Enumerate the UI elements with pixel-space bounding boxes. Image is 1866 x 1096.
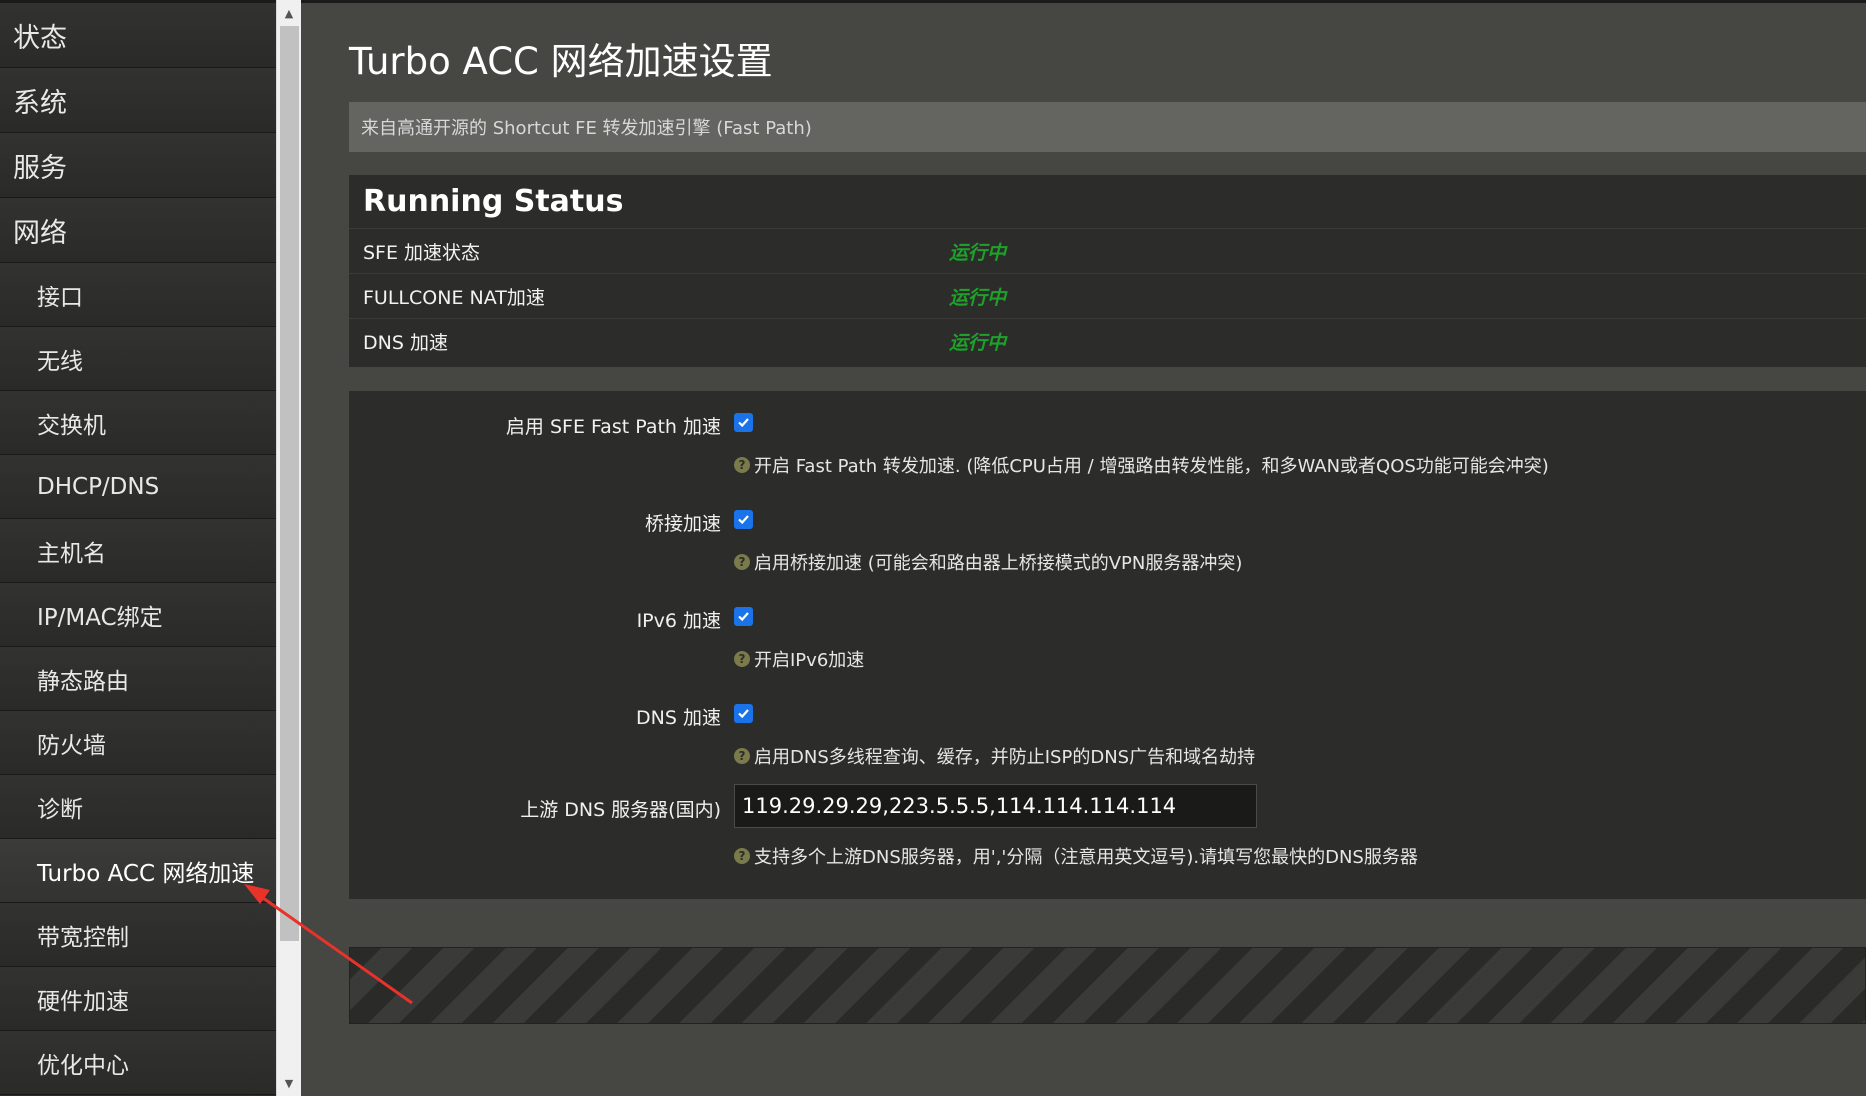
- sidebar-item-label: 网络: [13, 217, 67, 249]
- help-text: 开启 Fast Path 转发加速. (降低CPU占用 / 增强路由转发性能，和…: [754, 456, 1549, 477]
- status-label: DNS 加速: [363, 332, 448, 354]
- description-text: 来自高通开源的 Shortcut FE 转发加速引擎 (Fast Path): [361, 118, 812, 139]
- sidebar-item-system[interactable]: 系统: [0, 68, 276, 133]
- status-label: FULLCONE NAT加速: [363, 286, 545, 309]
- sidebar-item-network[interactable]: 网络: [0, 198, 276, 263]
- sidebar-item-turbo-acc[interactable]: Turbo ACC 网络加速: [0, 839, 276, 903]
- page-description: 来自高通开源的 Shortcut FE 转发加速引擎 (Fast Path): [349, 102, 1866, 152]
- sidebar-item-static-routes[interactable]: 静态路由: [0, 647, 276, 711]
- sidebar-item-ip-mac-binding[interactable]: IP/MAC绑定: [0, 583, 276, 647]
- bridge-acceleration-checkbox[interactable]: [734, 510, 753, 529]
- sidebar-item-label: 主机名: [37, 540, 106, 567]
- sidebar-scrollbar[interactable]: ▲ ▼: [276, 0, 301, 1096]
- status-row: DNS 加速 运行中: [349, 319, 1866, 364]
- status-row: FULLCONE NAT加速 运行中: [349, 274, 1866, 319]
- sfe-fast-path-checkbox[interactable]: [734, 413, 753, 432]
- sidebar-item-label: 交换机: [37, 412, 106, 439]
- scroll-up-icon[interactable]: ▲: [277, 2, 301, 24]
- sfe-fast-path-label: 启用 SFE Fast Path 加速: [505, 416, 721, 438]
- help-text: 支持多个上游DNS服务器，用','分隔（注意用英文逗号).请填写您最快的DNS服…: [754, 847, 1418, 868]
- sidebar-item-switch[interactable]: 交换机: [0, 391, 276, 455]
- status-value: 运行中: [949, 241, 1007, 264]
- sfe-fast-path-help: ? 开启 Fast Path 转发加速. (降低CPU占用 / 增强路由转发性能…: [734, 452, 1549, 478]
- ipv6-acceleration-checkbox[interactable]: [734, 607, 753, 626]
- dns-acceleration-checkbox[interactable]: [734, 704, 753, 723]
- sidebar-item-dhcp-dns[interactable]: DHCP/DNS: [0, 455, 276, 519]
- dns-acceleration-label: DNS 加速: [636, 707, 721, 729]
- sidebar-item-label: DHCP/DNS: [37, 473, 160, 500]
- sidebar-item-diagnostics[interactable]: 诊断: [0, 775, 276, 839]
- sidebar-item-label: Turbo ACC 网络加速: [37, 860, 255, 887]
- sidebar-item-label: 系统: [13, 87, 67, 119]
- sidebar-item-bandwidth-control[interactable]: 带宽控制: [0, 903, 276, 967]
- dns-acceleration-help: ? 启用DNS多线程查询、缓存，并防止ISP的DNS广告和域名劫持: [734, 743, 1255, 769]
- sidebar-item-label: 优化中心: [37, 1052, 129, 1079]
- upstream-dns-input[interactable]: 119.29.29.29,223.5.5.5,114.114.114.114: [734, 784, 1257, 828]
- help-icon: ?: [734, 651, 750, 667]
- sidebar-item-label: 防火墙: [37, 732, 106, 759]
- checkmark-icon: [738, 709, 749, 719]
- sidebar-item-interfaces[interactable]: 接口: [0, 263, 276, 327]
- sidebar-item-label: 诊断: [37, 796, 83, 823]
- status-label: SFE 加速状态: [363, 241, 481, 264]
- status-row: SFE 加速状态 运行中: [349, 229, 1866, 274]
- help-icon: ?: [734, 748, 750, 764]
- help-icon: ?: [734, 848, 750, 864]
- help-icon: ?: [734, 457, 750, 473]
- checkmark-icon: [738, 515, 749, 525]
- loading-progress-bar: [349, 947, 1866, 1024]
- running-status-panel: Running Status SFE 加速状态 运行中 FULLCONE NAT…: [349, 175, 1866, 367]
- sidebar-item-label: 无线: [37, 348, 83, 375]
- main-content: Turbo ACC 网络加速设置 来自高通开源的 Shortcut FE 转发加…: [301, 0, 1866, 1096]
- scroll-down-icon[interactable]: ▼: [277, 1072, 301, 1094]
- checkmark-icon: [738, 612, 749, 622]
- sidebar-item-hardware-acceleration[interactable]: 硬件加速: [0, 967, 276, 1031]
- sidebar-item-services[interactable]: 服务: [0, 133, 276, 198]
- upstream-dns-label: 上游 DNS 服务器(国内): [520, 799, 721, 821]
- sidebar-item-optimization-center[interactable]: 优化中心: [0, 1031, 276, 1095]
- help-text: 启用DNS多线程查询、缓存，并防止ISP的DNS广告和域名劫持: [754, 747, 1256, 768]
- sidebar-item-hostnames[interactable]: 主机名: [0, 519, 276, 583]
- sidebar-item-label: 服务: [13, 152, 67, 184]
- upstream-dns-help: ? 支持多个上游DNS服务器，用','分隔（注意用英文逗号).请填写您最快的DN…: [734, 843, 1418, 869]
- help-icon: ?: [734, 554, 750, 570]
- page-title: Turbo ACC 网络加速设置: [349, 40, 773, 83]
- sidebar-item-label: 接口: [37, 284, 83, 311]
- sidebar: 状态 系统 服务 网络 接口 无线 交换机 DHCP/DNS 主机名 IP/MA…: [0, 0, 276, 1096]
- settings-panel: 启用 SFE Fast Path 加速 ? 开启 Fast Path 转发加速.…: [349, 391, 1866, 899]
- sidebar-item-label: 静态路由: [37, 668, 129, 695]
- ipv6-acceleration-help: ? 开启IPv6加速: [734, 646, 864, 672]
- help-text: 启用桥接加速 (可能会和路由器上桥接模式的VPN服务器冲突): [754, 553, 1243, 574]
- ipv6-acceleration-label: IPv6 加速: [636, 610, 721, 632]
- sidebar-item-label: 状态: [13, 22, 67, 54]
- help-text: 开启IPv6加速: [754, 650, 865, 671]
- sidebar-item-wireless[interactable]: 无线: [0, 327, 276, 391]
- scrollbar-thumb[interactable]: [280, 26, 299, 941]
- sidebar-item-label: 带宽控制: [37, 924, 129, 951]
- sidebar-item-status[interactable]: 状态: [0, 3, 276, 68]
- running-status-title: Running Status: [349, 175, 1866, 229]
- sidebar-item-label: 硬件加速: [37, 988, 129, 1015]
- bridge-acceleration-label: 桥接加速: [644, 513, 721, 535]
- status-value: 运行中: [949, 332, 1007, 354]
- status-value: 运行中: [949, 286, 1007, 309]
- bridge-acceleration-help: ? 启用桥接加速 (可能会和路由器上桥接模式的VPN服务器冲突): [734, 549, 1242, 575]
- sidebar-item-label: IP/MAC绑定: [37, 604, 163, 631]
- checkmark-icon: [738, 418, 749, 428]
- sidebar-item-firewall[interactable]: 防火墙: [0, 711, 276, 775]
